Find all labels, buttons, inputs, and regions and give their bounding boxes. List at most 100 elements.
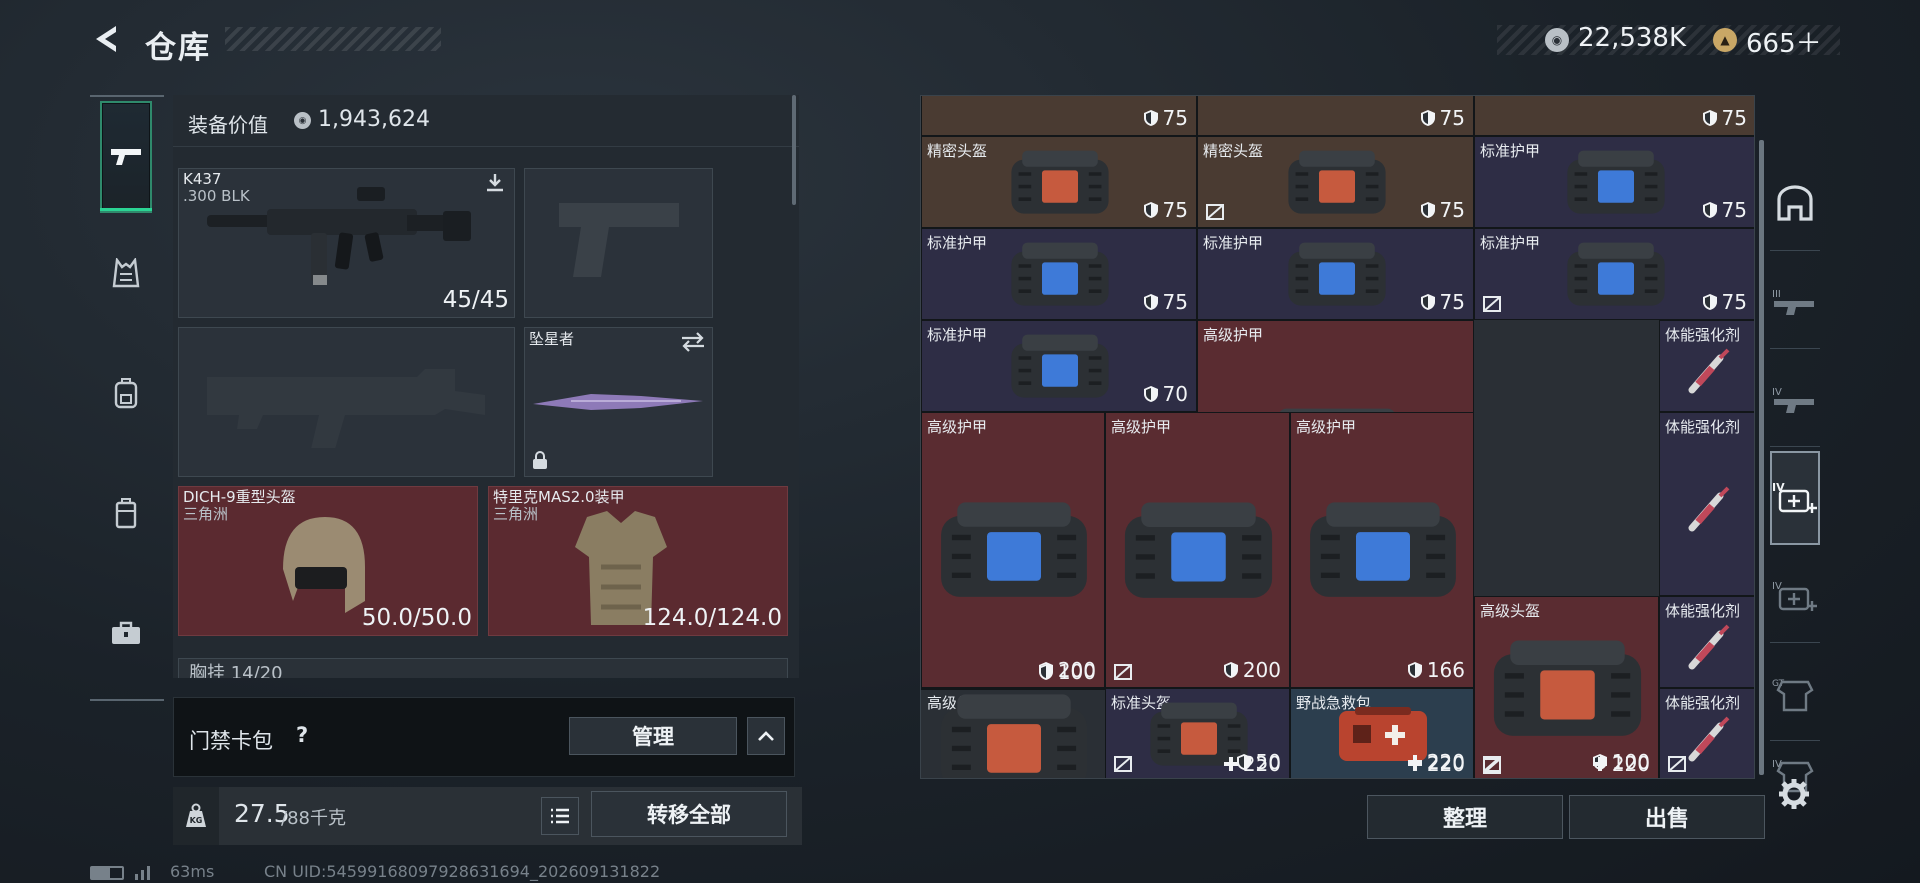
loadout-tabs (90, 95, 164, 701)
equipment-value: 1,943,624 (318, 107, 430, 132)
stamina-stim-image (1688, 624, 1730, 670)
item-name: 高级护甲 (1296, 418, 1357, 436)
access-card-pack-bar: 门禁卡包 ? 管理 (173, 697, 795, 777)
durability-shield-icon (1702, 110, 1717, 126)
primary-weapon-slot[interactable]: K437 .300 BLK 45/45 (178, 168, 515, 318)
inventory-item[interactable]: 高级头盔 100 (921, 660, 1105, 778)
helmet-case-image (1011, 150, 1109, 214)
inventory-grid: 75 75 75 精密头盔 75 精密头盔 75 标准护甲 75 标准护甲 75 标准护甲 75 标准护甲… (920, 95, 1755, 779)
sell-button[interactable]: 出售 (1569, 795, 1765, 839)
no-drop-icon (1483, 296, 1501, 312)
inventory-item[interactable]: 标准护甲 75 (1474, 228, 1754, 320)
helmet-slot[interactable]: DICH-9重型头盔 三角洲 50.0/50.0 (178, 486, 478, 636)
item-durability-value: 75 (1721, 106, 1747, 130)
item-durability: 75 (1143, 106, 1188, 130)
stamina-stim-image (1688, 716, 1730, 762)
silver-coin-icon: ◉ (1545, 28, 1569, 52)
tab-weapons[interactable] (100, 101, 152, 213)
helmet-case-image (1288, 150, 1386, 214)
inventory-item[interactable]: 高级护甲 166 (1290, 412, 1474, 688)
gold-armor-icon: GT (1772, 679, 1814, 711)
loadout-scrollbar[interactable] (792, 95, 796, 205)
item-durability: 75 (1702, 198, 1747, 222)
item-durability-value: 220 (1242, 752, 1281, 776)
item-durability-value: 220 (1611, 752, 1650, 776)
inventory-item[interactable]: 体能强化剂 (1659, 412, 1754, 596)
inventory-item[interactable]: 体能强化剂 (1659, 596, 1754, 688)
item-name: 体能强化剂 (1665, 602, 1741, 620)
gear-icon[interactable] (1777, 777, 1811, 811)
rail-tab-gold-armor[interactable]: GT (1770, 647, 1820, 741)
sort-button[interactable]: 整理 (1367, 795, 1563, 839)
tab-container[interactable] (100, 457, 152, 569)
inventory-item[interactable]: 体能强化剂 (1659, 320, 1754, 412)
home-icon (1777, 184, 1813, 221)
title-stripes (225, 27, 441, 51)
armor-case-image (1124, 502, 1273, 598)
inventory-item[interactable]: 75 (1474, 96, 1754, 136)
gold-coin-icon: ▲ (1713, 28, 1737, 52)
chevron-up-icon (758, 731, 774, 741)
heal-plus-icon (1407, 757, 1422, 771)
tab-toolbox[interactable] (100, 577, 152, 689)
armor-slot[interactable]: 特里克MAS2.0装甲 三角洲 124.0/124.0 (488, 486, 788, 636)
collapse-button[interactable] (747, 717, 785, 755)
transfer-all-button[interactable]: 转移全部 (591, 791, 787, 837)
inventory-item[interactable]: 高级护甲200 (1105, 412, 1290, 688)
inventory-item[interactable]: 精密头盔 75 (921, 136, 1197, 228)
inventory-item[interactable]: 精密头盔 75 (1197, 136, 1474, 228)
uid-text: CN UID:5459916809792863169​4_20260913182… (264, 862, 661, 881)
list-view-button[interactable] (541, 797, 579, 835)
svg-text:IV: IV (1772, 387, 1782, 398)
durability-shield-icon (1038, 664, 1053, 680)
no-drop-icon (1668, 756, 1686, 772)
rail-tab-tier4-medkit-selected[interactable]: IV (1770, 451, 1820, 545)
durability-shield-icon (1420, 202, 1435, 218)
back-arrow-icon[interactable] (90, 22, 124, 56)
tab-backpack[interactable] (100, 337, 152, 449)
rail-tab-tier4-medkit[interactable]: IV (1770, 549, 1820, 643)
inventory-item[interactable]: 标准护甲 70 (921, 320, 1197, 412)
download-icon[interactable] (484, 172, 506, 194)
rail-tab-tier4-weapon[interactable]: IV (1770, 353, 1820, 447)
durability-shield-icon (1702, 202, 1717, 218)
item-durability: 100 (1038, 660, 1096, 684)
inventory-item[interactable]: 高级护甲200 (921, 412, 1105, 688)
rifle-image (207, 187, 471, 285)
pistol-slot[interactable] (524, 168, 713, 318)
no-drop-icon (1206, 204, 1224, 220)
inventory-item[interactable]: 标准护甲 75 (1474, 136, 1754, 228)
secondary-weapon-slot[interactable] (178, 327, 515, 477)
inventory-item[interactable]: 标准护甲 75 (1197, 228, 1474, 320)
swap-icon[interactable] (680, 332, 706, 352)
durability-shield-icon (1223, 662, 1238, 678)
manage-button[interactable]: 管理 (569, 717, 737, 755)
no-drop-icon (1114, 756, 1132, 772)
rail-tab-all[interactable] (1770, 155, 1820, 251)
chest-rig-header[interactable]: 胸挂 14/20 (178, 658, 788, 678)
melee-slot[interactable]: 坠星者 (524, 327, 713, 477)
inventory-item[interactable]: 体能强化剂 (1659, 688, 1754, 778)
melee-blade-image (533, 394, 703, 410)
inventory-item[interactable]: 标准护甲 75 (921, 228, 1197, 320)
melee-name: 坠星者 (529, 330, 575, 348)
inventory-item[interactable]: 75 (921, 96, 1197, 136)
inventory-item[interactable]: 75 (1197, 96, 1474, 136)
item-name: 精密头盔 (927, 142, 988, 160)
stamina-stim-image (1688, 348, 1730, 394)
tab-chest-rig[interactable] (100, 217, 152, 329)
item-durability-value: 75 (1162, 198, 1188, 222)
inventory-panel: 75 75 75 精密头盔 75 精密头盔 75 标准护甲 75 标准护甲 75 标准护甲 75 标准护甲… (920, 95, 1765, 847)
armor-case-image (1011, 242, 1109, 306)
loadout-panel: 装备价值 ◉ 1,943,624 K437 .300 BLK 45/45 坠星者… (90, 95, 802, 847)
heal-plus-icon (1592, 757, 1607, 771)
silver-coin-icon: ◉ (294, 112, 311, 129)
toolbox-icon (112, 621, 140, 644)
rail-tab-tier3-weapon[interactable]: III (1770, 255, 1820, 349)
item-name: 高级护甲 (927, 418, 988, 436)
item-durability: 75 (1420, 290, 1465, 314)
item-durability-value: 75 (1721, 198, 1747, 222)
help-icon[interactable]: ? (296, 723, 308, 747)
item-durability-value: 100 (1057, 660, 1096, 684)
armor-case-image (1011, 334, 1109, 398)
